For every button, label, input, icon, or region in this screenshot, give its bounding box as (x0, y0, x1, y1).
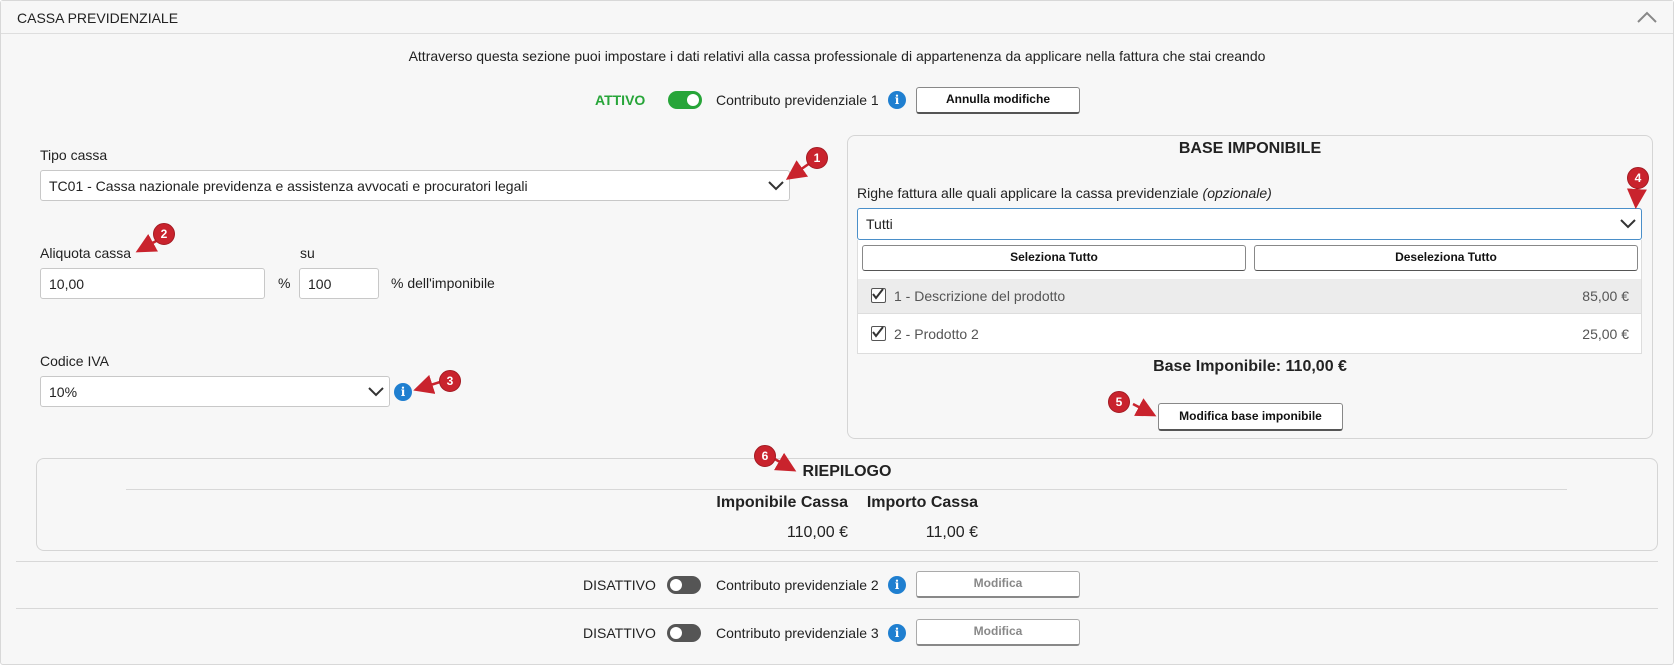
annotation-badge: 6 (754, 445, 776, 467)
imponibile-cassa-value: 110,00 € (786, 524, 848, 541)
importo-cassa-header: Importo Cassa (866, 494, 978, 511)
chevron-down-icon (368, 387, 384, 397)
su-value: 100 (308, 275, 332, 292)
annotation-badge: 2 (153, 223, 175, 245)
contrib3-label: Contributo previdenziale 3 (716, 625, 879, 641)
list-item-label: 1 - Descrizione del prodotto (894, 288, 1066, 304)
tipo-cassa-select[interactable]: TC01 - Cassa nazionale previdenza e assi… (40, 170, 790, 201)
list-item[interactable]: 2 - Prodotto 2 25,00 € (858, 314, 1641, 353)
status-inactive-label: DISATTIVO (583, 577, 656, 593)
annulla-modifiche-button[interactable]: Annulla modifiche (916, 87, 1080, 114)
list-item-label: 2 - Prodotto 2 (894, 326, 979, 342)
contrib1-toggle[interactable] (668, 91, 702, 109)
imponibile-suffix: % dell'imponibile (391, 275, 495, 291)
aliquota-input[interactable]: 10,00 (40, 268, 265, 299)
annotation-badge: 5 (1108, 391, 1130, 413)
importo-cassa-value: 11,00 € (925, 524, 978, 541)
list-item[interactable]: 1 - Descrizione del prodotto 85,00 € (858, 279, 1641, 314)
righe-select-value: Tutti (866, 216, 893, 232)
righe-label-text: Righe fattura alle quali applicare la ca… (857, 185, 1199, 201)
info-icon[interactable]: i (888, 624, 906, 642)
righe-select[interactable]: Tutti (857, 208, 1642, 240)
chevron-down-icon (768, 181, 784, 191)
imponibile-cassa-header: Imponibile Cassa (716, 494, 848, 511)
contrib3-toggle[interactable] (667, 624, 701, 642)
status-active-label: ATTIVO (595, 92, 646, 108)
panel-header[interactable]: CASSA PREVIDENZIALE (1, 1, 1673, 34)
annotation-badge: 3 (439, 370, 461, 392)
modifica-contrib2-button[interactable]: Modifica (916, 571, 1080, 598)
divider (16, 608, 1658, 609)
seleziona-tutto-button[interactable]: Seleziona Tutto (862, 245, 1246, 271)
modifica-contrib3-button[interactable]: Modifica (916, 619, 1080, 646)
percent-sign: % (278, 275, 291, 291)
modifica-base-imponibile-button[interactable]: Modifica base imponibile (1158, 403, 1343, 431)
chevron-up-icon[interactable] (1635, 7, 1659, 27)
annotation-badge: 1 (806, 147, 828, 169)
list-item-amount: 25,00 € (1582, 326, 1629, 342)
tipo-cassa-value: TC01 - Cassa nazionale previdenza e assi… (49, 177, 528, 194)
list-item-amount: 85,00 € (1582, 288, 1629, 304)
tipo-cassa-label: Tipo cassa (40, 147, 108, 163)
info-icon[interactable]: i (394, 383, 412, 401)
righe-optional: (opzionale) (1202, 185, 1272, 201)
divider (126, 489, 1567, 490)
checkbox-checked-icon[interactable] (871, 326, 886, 341)
aliquota-value: 10,00 (49, 275, 85, 292)
riepilogo-title: RIEPILOGO (802, 463, 892, 480)
base-imponibile-title: BASE IMPONIBILE (1178, 140, 1322, 157)
su-input[interactable]: 100 (299, 268, 379, 299)
panel-title: CASSA PREVIDENZIALE (17, 10, 179, 26)
codice-iva-value: 10% (49, 383, 78, 400)
status-inactive-label: DISATTIVO (583, 625, 656, 641)
deseleziona-tutto-button[interactable]: Deseleziona Tutto (1254, 245, 1638, 271)
righe-label: Righe fattura alle quali applicare la ca… (857, 185, 1272, 201)
contrib1-label: Contributo previdenziale 1 (716, 92, 879, 108)
chevron-down-icon (1620, 219, 1636, 229)
section-description: Attraverso questa sezione puoi impostare… (408, 48, 1266, 64)
checkbox-checked-icon[interactable] (871, 288, 886, 303)
aliquota-label: Aliquota cassa (40, 245, 132, 261)
codice-iva-select[interactable]: 10% (40, 376, 390, 407)
contrib2-label: Contributo previdenziale 2 (716, 577, 879, 593)
su-label: su (300, 245, 315, 261)
annotation-badge: 4 (1627, 167, 1649, 189)
codice-iva-label: Codice IVA (40, 353, 109, 369)
divider (16, 561, 1658, 562)
info-icon[interactable]: i (888, 91, 906, 109)
base-imponibile-total: Base Imponibile: 110,00 € (1153, 358, 1347, 375)
info-icon[interactable]: i (888, 576, 906, 594)
contrib2-toggle[interactable] (667, 576, 701, 594)
